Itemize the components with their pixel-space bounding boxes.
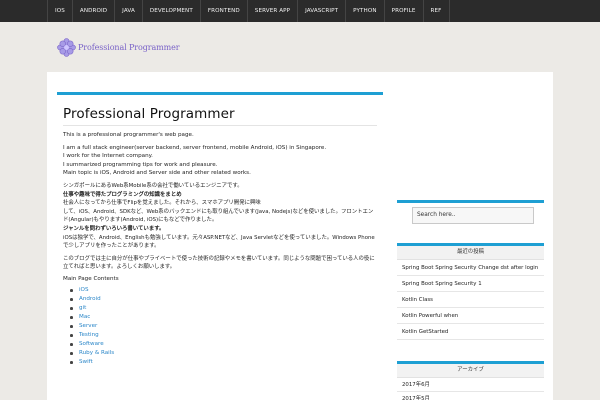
nav-item[interactable]: SERVER APP — [246, 0, 297, 22]
archive-link[interactable]: 2017年6月 — [397, 378, 544, 392]
contents-link[interactable]: Ruby & Rails — [70, 349, 377, 358]
contents-link[interactable]: git — [70, 304, 377, 313]
page-title: Professional Programmer — [63, 106, 377, 126]
ja-line: ジャンルを問わずいろいろ書いています。 — [63, 225, 165, 232]
ja-line: 仕事や趣味で得たプログラミングの知識をまとめ — [63, 191, 182, 198]
bio-line: I work for the Internet company. — [63, 153, 153, 160]
contents-link[interactable]: Swift — [70, 358, 377, 367]
intro-text: This is a professional programmer's web … — [63, 132, 194, 138]
japanese-paragraph: このブログでは主に自分が仕事やプライベートで使った技術の記録やメモを書いています… — [63, 255, 375, 271]
flower-logo-icon — [57, 37, 76, 57]
recent-post-link[interactable]: Kotlin GetStarted — [397, 324, 544, 340]
nav-item[interactable]: REF — [422, 0, 450, 22]
bio-line: I am a full stack engineer(server backen… — [63, 144, 327, 151]
contents-link[interactable]: Software — [70, 340, 377, 349]
ja-line: iOSは独学で、Android、Englishも勉強しています。元々ASP.NE… — [63, 234, 375, 250]
search-input[interactable]: Search here.. — [412, 207, 534, 224]
nav-item[interactable]: PROFILE — [383, 0, 423, 22]
recent-post-link[interactable]: Kotlin Class — [397, 292, 544, 308]
ja-line: シンガポールにあるWeb系Mobile系の会社で働いているエンジニアです。 — [63, 182, 243, 189]
ja-line: 社会人になってから仕事でFlipを覚えました。それから、スマホアプリ開発に興味 — [63, 200, 261, 207]
nav-menu: IOS ANDROID JAVA DEVELOPMENT FRONTEND SERVER … — [47, 0, 450, 22]
contents-link[interactable]: Android — [70, 295, 377, 304]
nav-item[interactable]: DEVELOPMENT — [141, 0, 200, 22]
contents-list: iOS Android git Mac Server Testing Software Rub… — [63, 286, 377, 367]
logo-text: Professional Programmer — [78, 42, 180, 52]
nav-item[interactable]: FRONTEND — [199, 0, 247, 22]
archive-widget: アーカイブ 2017年6月 2017年5月 — [397, 361, 544, 400]
nav-item[interactable]: ANDROID — [71, 0, 114, 22]
widget-title: 最近の投稿 — [397, 246, 544, 260]
archive-list: 2017年6月 2017年5月 — [397, 378, 544, 400]
contents-heading: Main Page Contents — [63, 275, 119, 282]
bio-line: Main topic is iOS, Android and Server si… — [63, 170, 251, 177]
japanese-bio: シンガポールにあるWeb系Mobile系の会社で働いているエンジニアです。 仕事… — [63, 182, 377, 251]
widget-title: アーカイブ — [397, 364, 544, 378]
nav-item[interactable]: JAVA — [114, 0, 142, 22]
ja-line: して、iOS、Android、SDKなど、Web系のバックエンドにも取り組んでい… — [63, 208, 374, 224]
recent-posts-widget: 最近の投稿 Spring Boot Spring Security Change… — [397, 243, 544, 340]
archive-link[interactable]: 2017年5月 — [397, 392, 544, 400]
search-widget: Search here.. — [397, 200, 544, 232]
recent-post-link[interactable]: Kotlin Powerful when — [397, 308, 544, 324]
main-article: Professional Programmer This is a profes… — [57, 92, 383, 367]
top-navigation-bar: IOS ANDROID JAVA DEVELOPMENT FRONTEND SERVER … — [0, 0, 600, 22]
nav-item[interactable]: PYTHON — [345, 0, 383, 22]
contents-link[interactable]: Testing — [70, 331, 377, 340]
recent-posts-list: Spring Boot Spring Security Change dst a… — [397, 260, 544, 340]
recent-post-link[interactable]: Spring Boot Spring Security 1 — [397, 276, 544, 292]
nav-item[interactable]: JAVASCRIPT — [297, 0, 345, 22]
site-logo[interactable]: Professional Programmer — [57, 36, 180, 58]
bio-line: I summarized programming tips for work a… — [63, 161, 218, 168]
contents-link[interactable]: Mac — [70, 313, 377, 322]
recent-post-link[interactable]: Spring Boot Spring Security Change dst a… — [397, 260, 544, 276]
contents-link[interactable]: Server — [70, 322, 377, 331]
contents-link[interactable]: iOS — [70, 286, 377, 295]
english-bio: I am a full stack engineer(server backen… — [63, 144, 377, 178]
nav-item[interactable]: IOS — [47, 0, 72, 22]
